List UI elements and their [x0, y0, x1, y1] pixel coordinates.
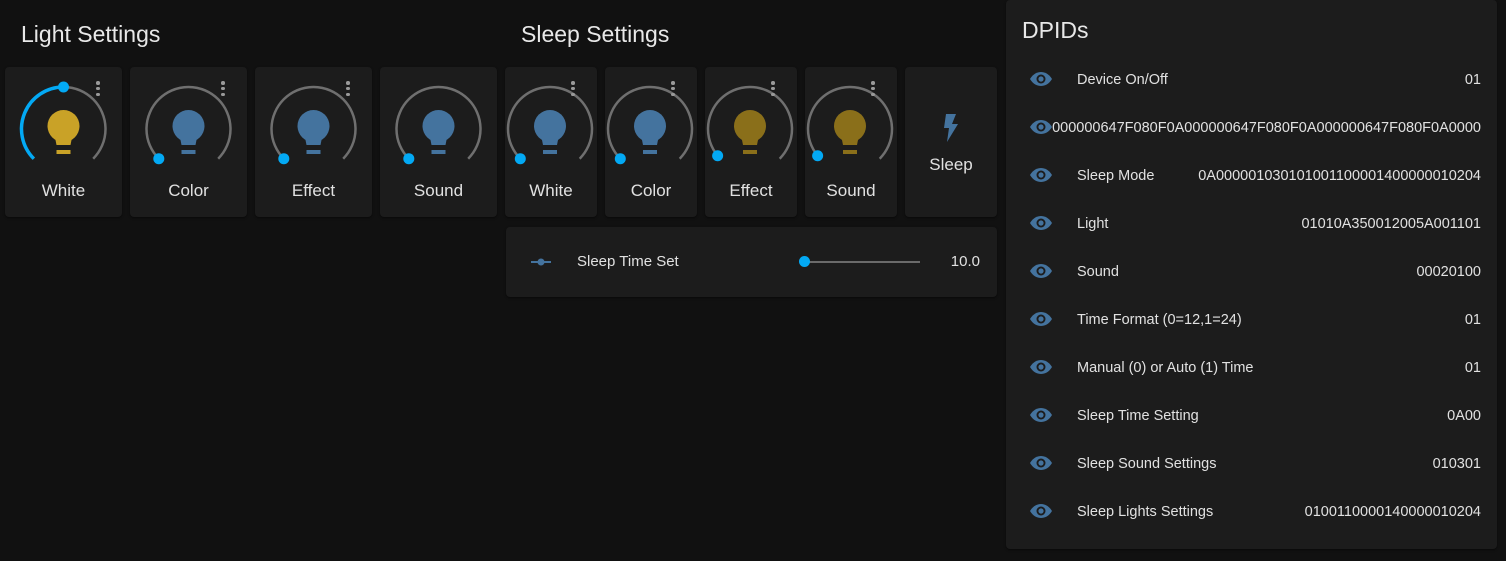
- dial-handle: [712, 150, 724, 162]
- tile-label: Sound: [413, 181, 464, 200]
- lightbulb-icon: [834, 110, 866, 154]
- dial-handle: [812, 150, 824, 162]
- lightbulb-icon: [634, 110, 666, 154]
- dpid-name: Time Format (0=12,1=24): [1077, 312, 1242, 328]
- dpid-value: 00020100: [1416, 264, 1481, 280]
- dial-gauge[interactable]: [255, 67, 372, 177]
- dial-gauge[interactable]: [380, 67, 497, 177]
- eye-icon[interactable]: [1029, 310, 1053, 328]
- more-menu-icon[interactable]: [771, 81, 775, 99]
- eye-icon[interactable]: [1029, 118, 1053, 136]
- light-sound-tile[interactable]: Sound: [380, 67, 497, 217]
- sleep-effect-tile[interactable]: Effect: [705, 67, 797, 217]
- dpid-row[interactable]: 000000647F080F0A000000647F080F0A00000064…: [1006, 105, 1497, 153]
- dpid-row[interactable]: Sound 00020100: [1006, 249, 1497, 297]
- dpid-row[interactable]: Sleep Time Setting 0A00: [1006, 393, 1497, 441]
- dpid-row[interactable]: Sleep Sound Settings 010301: [1006, 441, 1497, 489]
- flash-icon: [944, 114, 958, 142]
- dpid-value: 01: [1464, 360, 1481, 376]
- dpid-row[interactable]: Sleep Lights Settings 0100110000140000010…: [1006, 489, 1497, 537]
- dial-gauge[interactable]: [130, 67, 247, 177]
- tile-label: White: [529, 181, 573, 200]
- dpid-row[interactable]: Device On/Off 01: [1006, 57, 1497, 105]
- slider-icon: [531, 258, 551, 266]
- dial-gauge[interactable]: [505, 67, 597, 177]
- dial-handle: [403, 153, 415, 165]
- dpid-name: Sleep Time Setting: [1077, 408, 1199, 424]
- lightbulb-icon: [47, 110, 80, 154]
- sleep-settings-title: Sleep Settings: [521, 21, 670, 47]
- dpid-value: 010301: [1432, 456, 1481, 472]
- dpid-value: 01: [1464, 312, 1481, 328]
- lightbulb-icon: [734, 110, 766, 154]
- more-menu-icon[interactable]: [671, 81, 675, 99]
- dpid-row[interactable]: Light 01010A350012005A001101: [1006, 201, 1497, 249]
- dpid-row[interactable]: Manual (0) or Auto (1) Time 01: [1006, 345, 1497, 393]
- dpid-value: 0A000001030101001100001400000010204: [1198, 168, 1481, 184]
- dpid-value: 0100110000140000010204: [1304, 504, 1481, 520]
- more-menu-icon[interactable]: [221, 81, 225, 99]
- eye-icon[interactable]: [1029, 454, 1053, 472]
- light-effect-tile[interactable]: Effect: [255, 67, 372, 217]
- light-white-tile[interactable]: White: [5, 67, 122, 217]
- dpid-row[interactable]: Sleep Mode 0A0000010301010011000014000000…: [1006, 153, 1497, 201]
- dial-handle: [58, 81, 69, 93]
- dial-handle: [514, 153, 526, 165]
- eye-icon[interactable]: [1029, 214, 1053, 232]
- more-menu-icon[interactable]: [571, 81, 575, 99]
- more-menu-icon[interactable]: [346, 81, 350, 99]
- tile-label: Effect: [729, 181, 773, 200]
- dial-handle: [278, 153, 290, 165]
- dpid-name: Sleep Lights Settings: [1077, 504, 1214, 520]
- sleep-button[interactable]: Sleep: [905, 67, 997, 217]
- dpid-name: Sound: [1077, 264, 1119, 280]
- slider-label: Sleep Time Set: [577, 253, 679, 270]
- dpid-name: Sleep Mode: [1077, 168, 1155, 184]
- tile-label: Effect: [291, 181, 336, 200]
- dial-handle: [153, 153, 165, 165]
- lightbulb-icon: [534, 110, 566, 154]
- dpid-name: Device On/Off: [1077, 72, 1168, 88]
- light-color-tile[interactable]: Color: [130, 67, 247, 217]
- more-menu-icon[interactable]: [96, 81, 100, 99]
- eye-icon[interactable]: [1029, 166, 1053, 184]
- slider-value: 10.0: [950, 253, 980, 270]
- dial-gauge[interactable]: [5, 67, 122, 177]
- sleep-color-tile[interactable]: Color: [605, 67, 697, 217]
- dpid-name: Light: [1077, 216, 1109, 232]
- dpid-name: Manual (0) or Auto (1) Time: [1077, 360, 1254, 376]
- eye-icon[interactable]: [1029, 406, 1053, 424]
- slider-thumb[interactable]: [799, 256, 810, 267]
- dial-gauge[interactable]: [805, 67, 897, 177]
- dial-gauge[interactable]: [705, 67, 797, 177]
- lightbulb-icon: [422, 110, 455, 154]
- eye-icon[interactable]: [1029, 502, 1053, 520]
- dpid-value: 01010A350012005A001101: [1301, 216, 1481, 232]
- dpid-value: 000000647F080F0A000000647F080F0A00000064…: [1052, 120, 1481, 136]
- sleep-time-slider-row: Sleep Time Set 10.0: [506, 227, 997, 297]
- tile-label: Color: [168, 181, 209, 200]
- eye-icon[interactable]: [1029, 262, 1053, 280]
- slider-track[interactable]: [804, 261, 920, 263]
- dial-gauge[interactable]: [605, 67, 697, 177]
- sleep-white-tile[interactable]: White: [505, 67, 597, 217]
- dpid-name: Sleep Sound Settings: [1077, 456, 1217, 472]
- sleep-button-label: Sleep: [929, 155, 973, 174]
- dpids-title: DPIDs: [1022, 17, 1089, 43]
- eye-icon[interactable]: [1029, 70, 1053, 88]
- dpid-value: 0A00: [1447, 408, 1481, 424]
- dpid-value: 01: [1464, 72, 1481, 88]
- tile-label: Sound: [826, 181, 876, 200]
- tile-label: Color: [630, 181, 672, 200]
- dpid-row[interactable]: Time Format (0=12,1=24) 01: [1006, 297, 1497, 345]
- dial-handle: [614, 153, 626, 165]
- tile-label: White: [41, 181, 86, 200]
- more-menu-icon[interactable]: [871, 81, 875, 99]
- lightbulb-icon: [172, 110, 205, 154]
- eye-icon[interactable]: [1029, 358, 1053, 376]
- light-settings-title: Light Settings: [21, 21, 161, 47]
- sleep-sound-tile[interactable]: Sound: [805, 67, 897, 217]
- lightbulb-icon: [297, 110, 330, 154]
- dpids-card: DPIDs Device On/Off 01 000000647F080F0A000…: [1006, 0, 1497, 549]
